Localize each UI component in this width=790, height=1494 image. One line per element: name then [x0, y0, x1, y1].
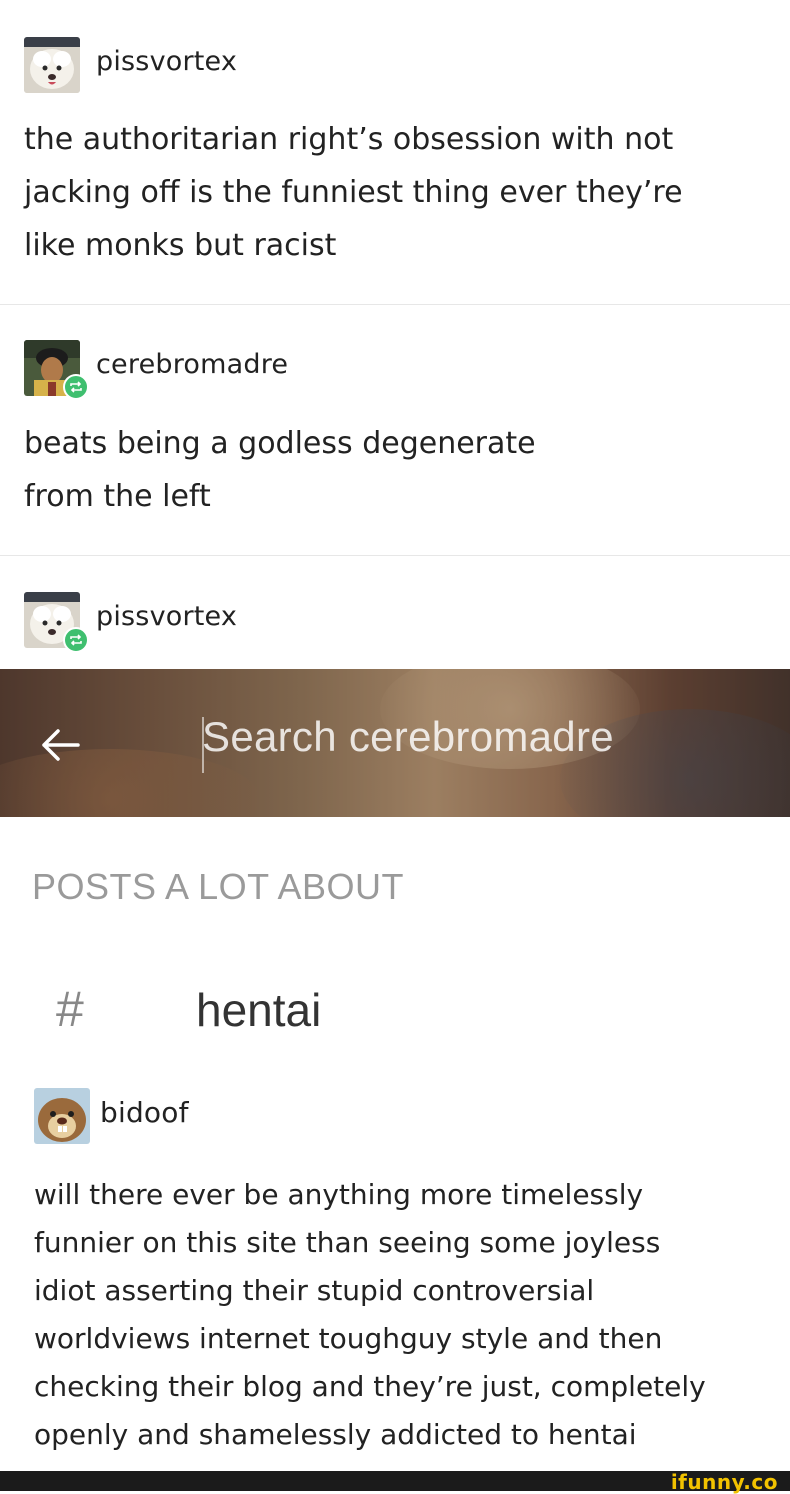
post-username[interactable]: cerebromadre: [96, 349, 288, 380]
post-line: beats being a godless degenerate: [24, 426, 536, 461]
post-line: funnier on this site than seeing some jo…: [34, 1226, 661, 1259]
ifunny-watermark: ifunny.co: [670, 1470, 778, 1494]
post-body: the authoritarian right’s obsession with…: [24, 113, 683, 272]
hashtag-icon: #: [56, 981, 84, 1037]
avatar-bidoof[interactable]: [34, 1088, 90, 1144]
tag-link-hentai[interactable]: hentai: [196, 983, 321, 1037]
post-line: openly and shamelessly addicted to henta…: [34, 1418, 637, 1451]
reblog-icon: [63, 627, 89, 653]
post-username[interactable]: pissvortex: [96, 601, 237, 632]
divider: [0, 304, 790, 305]
post-line: from the left: [24, 479, 211, 514]
watermark-bar: ifunny.co: [0, 1470, 790, 1494]
section-heading: POSTS A LOT ABOUT: [32, 866, 404, 907]
post-line: checking their blog and they’re just, co…: [34, 1370, 706, 1403]
post-username[interactable]: bidoof: [100, 1096, 189, 1129]
search-input[interactable]: Search cerebromadre: [202, 713, 614, 761]
post-username[interactable]: pissvortex: [96, 46, 237, 77]
arrow-left-icon[interactable]: [38, 725, 82, 765]
post-line: jacking off is the funniest thing ever t…: [24, 175, 683, 210]
post-body: beats being a godless degenerate from th…: [24, 417, 536, 523]
avatar-pissvortex[interactable]: [24, 37, 80, 93]
post-line: will there ever be anything more timeles…: [34, 1178, 644, 1211]
post-line: worldviews internet toughguy style and t…: [34, 1322, 663, 1355]
post-line: the authoritarian right’s obsession with…: [24, 122, 674, 157]
blog-search-bar: Search cerebromadre: [0, 669, 790, 817]
reblog-icon: [63, 374, 89, 400]
divider: [0, 555, 790, 556]
post-line: idiot asserting their stupid controversi…: [34, 1274, 595, 1307]
post-line: like monks but racist: [24, 228, 337, 263]
post-body: will there ever be anything more timeles…: [34, 1171, 706, 1459]
